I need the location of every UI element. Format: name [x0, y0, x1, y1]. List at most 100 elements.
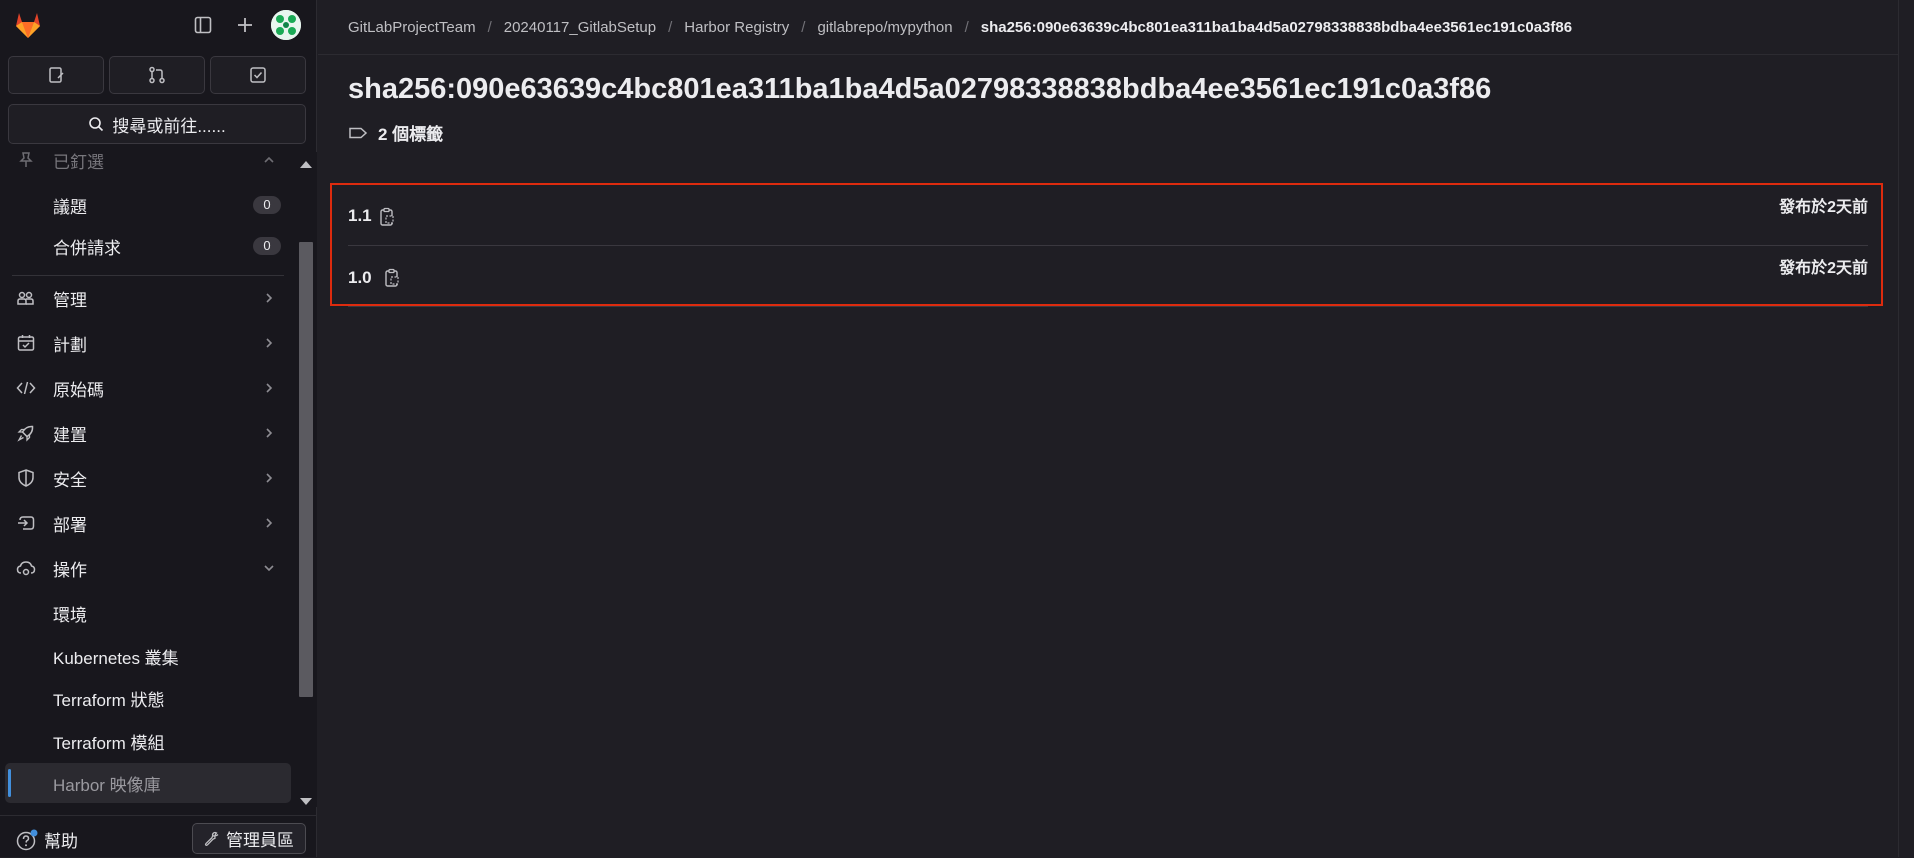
help-icon: [16, 829, 38, 850]
search-label: 搜尋或前往......: [112, 116, 226, 136]
sidebar-item-code[interactable]: 原始碼: [0, 368, 296, 408]
copy-icon[interactable]: [383, 268, 401, 288]
merge-requests-quick-button[interactable]: [109, 56, 205, 94]
sidebar-topbar: [0, 0, 317, 50]
chevron-right-icon: [266, 428, 273, 438]
chevron-right-icon: [266, 473, 273, 483]
scrollbar-thumb[interactable]: [299, 242, 313, 697]
wrench-icon: [204, 831, 219, 846]
chevron-down-icon: [264, 565, 274, 572]
merge-request-icon: [149, 66, 165, 84]
sidebar-toggle-icon[interactable]: [190, 12, 216, 38]
sidebar-item-environments[interactable]: 環境: [0, 593, 296, 633]
sidebar-item-manage[interactable]: 管理: [0, 278, 296, 318]
admin-area-button[interactable]: 管理員區: [192, 823, 306, 854]
sidebar-item-label: Kubernetes 叢集: [53, 648, 179, 668]
todo-checkbox-icon: [250, 67, 266, 83]
todos-quick-button[interactable]: [210, 56, 306, 94]
divider: [12, 275, 284, 276]
sidebar-item-harbor-registry[interactable]: Harbor 映像庫: [5, 763, 291, 803]
code-icon: [16, 381, 36, 395]
breadcrumb-item[interactable]: gitlabrepo/mypython: [817, 19, 952, 36]
sidebar-item-label: 原始碼: [53, 380, 104, 400]
sidebar-nav: 已釘選 議題 0 合併請求 0 管理 計劃 原始碼 建置 安全 部署 操作 環境…: [0, 152, 296, 807]
sidebar-item-label: 計劃: [53, 335, 87, 355]
deploy-icon: [18, 516, 35, 530]
chevron-right-icon: [266, 338, 273, 348]
calendar-icon: [17, 335, 35, 351]
label-icon: [349, 127, 368, 138]
admin-area-label: 管理員區: [226, 831, 294, 850]
chevron-right-icon: [266, 293, 273, 303]
sidebar-item-operate[interactable]: 操作: [0, 548, 296, 588]
merge-requests-count-badge: 0: [253, 237, 281, 255]
scroll-up-arrow-icon[interactable]: [300, 161, 312, 168]
breadcrumb-item[interactable]: 20240117_GitlabSetup: [504, 19, 656, 36]
sidebar-item-merge-requests[interactable]: 合併請求 0: [0, 226, 296, 266]
breadcrumb-item[interactable]: Harbor Registry: [684, 19, 789, 36]
chevron-right-icon: [266, 383, 273, 393]
tag-count-label: 2 個標籤: [378, 125, 444, 144]
sidebar-item-plan[interactable]: 計劃: [0, 323, 296, 363]
main-content: GitLabProjectTeam / 20240117_GitlabSetup…: [318, 0, 1914, 857]
chevron-up-icon: [264, 156, 274, 163]
plus-icon[interactable]: [232, 12, 258, 38]
sidebar-item-label: 部署: [53, 515, 87, 535]
breadcrumb-separator: /: [668, 18, 673, 36]
breadcrumb: GitLabProjectTeam / 20240117_GitlabSetup…: [348, 0, 1572, 54]
page-scrollbar[interactable]: [1898, 0, 1914, 857]
sidebar-item-terraform-modules[interactable]: Terraform 模組: [0, 721, 296, 761]
gitlab-logo-icon[interactable]: [10, 6, 46, 42]
sidebar-item-label: 已釘選: [53, 152, 104, 172]
sidebar-item-build[interactable]: 建置: [0, 413, 296, 453]
pin-icon: [19, 152, 33, 167]
sidebar-item-label: Terraform 狀態: [53, 690, 165, 710]
sidebar-item-label: Harbor 映像庫: [53, 775, 161, 795]
tag-name: 1.1: [348, 206, 372, 225]
sidebar-item-label: 建置: [53, 425, 87, 445]
sidebar-item-kubernetes-clusters[interactable]: Kubernetes 叢集: [0, 636, 296, 676]
sidebar-item-secure[interactable]: 安全: [0, 458, 296, 498]
published-time: 發布於2天前: [1779, 199, 1868, 216]
search-button[interactable]: 搜尋或前往......: [8, 104, 306, 144]
cloud-gear-icon: [16, 561, 36, 576]
list-item: 1.1 發布於2天前: [348, 185, 1868, 246]
users-icon: [17, 291, 34, 305]
sidebar-item-issues[interactable]: 議題 0: [0, 185, 296, 225]
header-divider: [318, 54, 1898, 55]
chevron-right-icon: [266, 518, 273, 528]
breadcrumb-separator: /: [801, 18, 806, 36]
quick-actions: [8, 56, 306, 94]
breadcrumb-current[interactable]: sha256:090e63639c4bc801ea311ba1ba4d5a027…: [981, 19, 1572, 36]
sidebar-item-deploy[interactable]: 部署: [0, 503, 296, 543]
rocket-icon: [17, 425, 34, 442]
help-label: 幫助: [44, 832, 78, 851]
breadcrumb-item[interactable]: GitLabProjectTeam: [348, 19, 476, 36]
breadcrumb-separator: /: [964, 18, 969, 36]
published-time: 發布於2天前: [1779, 260, 1868, 277]
sidebar-item-pinned[interactable]: 已釘選: [0, 152, 296, 180]
sidebar-item-label: Terraform 模組: [53, 733, 165, 753]
sidebar-item-label: 安全: [53, 470, 87, 490]
avatar[interactable]: [271, 10, 301, 40]
sidebar-footer: 幫助 管理員區: [0, 815, 317, 858]
issues-icon: [49, 67, 64, 83]
page-title: sha256:090e63639c4bc801ea311ba1ba4d5a027…: [348, 73, 1492, 105]
sidebar-item-label: 管理: [53, 290, 87, 310]
sidebar-item-terraform-states[interactable]: Terraform 狀態: [0, 678, 296, 718]
sidebar-scrollbar[interactable]: [297, 152, 317, 807]
sidebar-item-label: 合併請求: [53, 238, 121, 258]
copy-icon[interactable]: [378, 207, 396, 227]
issues-count-badge: 0: [253, 196, 281, 214]
tag-name: 1.0: [348, 268, 372, 287]
sidebar-item-label: 議題: [53, 197, 87, 217]
issues-quick-button[interactable]: [8, 56, 104, 94]
sidebar-item-label: 操作: [53, 560, 87, 580]
shield-icon: [18, 469, 34, 487]
list-item: 1.0 發布於2天前: [348, 246, 1868, 307]
help-button[interactable]: 幫助: [16, 827, 78, 852]
breadcrumb-separator: /: [487, 18, 492, 36]
tags-list: 1.1 發布於2天前 1.0 發布於2天前: [330, 183, 1883, 307]
scroll-down-arrow-icon[interactable]: [300, 798, 312, 805]
search-icon: [89, 117, 104, 132]
